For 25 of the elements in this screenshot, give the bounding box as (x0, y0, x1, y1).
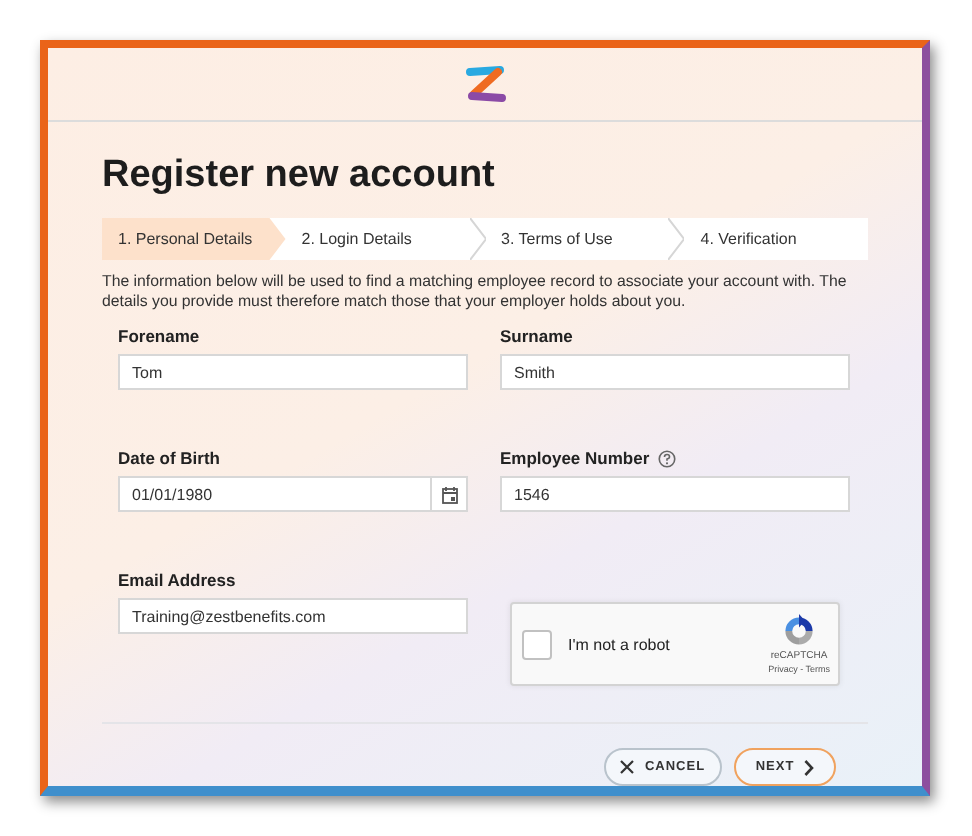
input-field[interactable]: 1546 (500, 476, 850, 512)
field-label: Email Address (118, 570, 236, 590)
step-tab[interactable]: 2. Login Details (285, 218, 469, 260)
z-logo (463, 64, 507, 104)
step-tab[interactable]: 3. Terms of Use (485, 218, 669, 260)
field-label: Forename (118, 326, 200, 346)
close-icon (620, 760, 635, 774)
checkbox-label: I'm not a robot (568, 635, 670, 653)
step-tab[interactable]: 1. Personal Details (102, 218, 286, 260)
field-label: Employee Number (500, 448, 650, 468)
calendar-icon[interactable] (441, 485, 457, 503)
input-field[interactable]: Smith (500, 354, 850, 390)
input-field[interactable]: Tom (118, 354, 468, 390)
field-label: Date of Birth (118, 448, 220, 468)
input-field[interactable]: Training@zestbenefits.com (118, 598, 468, 634)
date-field[interactable]: 01/01/1980 (118, 476, 468, 512)
circular-arrows-icon (782, 614, 817, 648)
field-label: Surname (500, 326, 573, 346)
chevron-separator-icon (469, 218, 485, 260)
step-tab[interactable]: 4. Verification (684, 218, 868, 260)
help-icon[interactable] (657, 449, 676, 467)
page-title: Register new account (102, 154, 497, 198)
chevron-icon (804, 759, 815, 775)
checkbox[interactable] (522, 629, 552, 659)
chevron-separator-icon (668, 218, 685, 260)
